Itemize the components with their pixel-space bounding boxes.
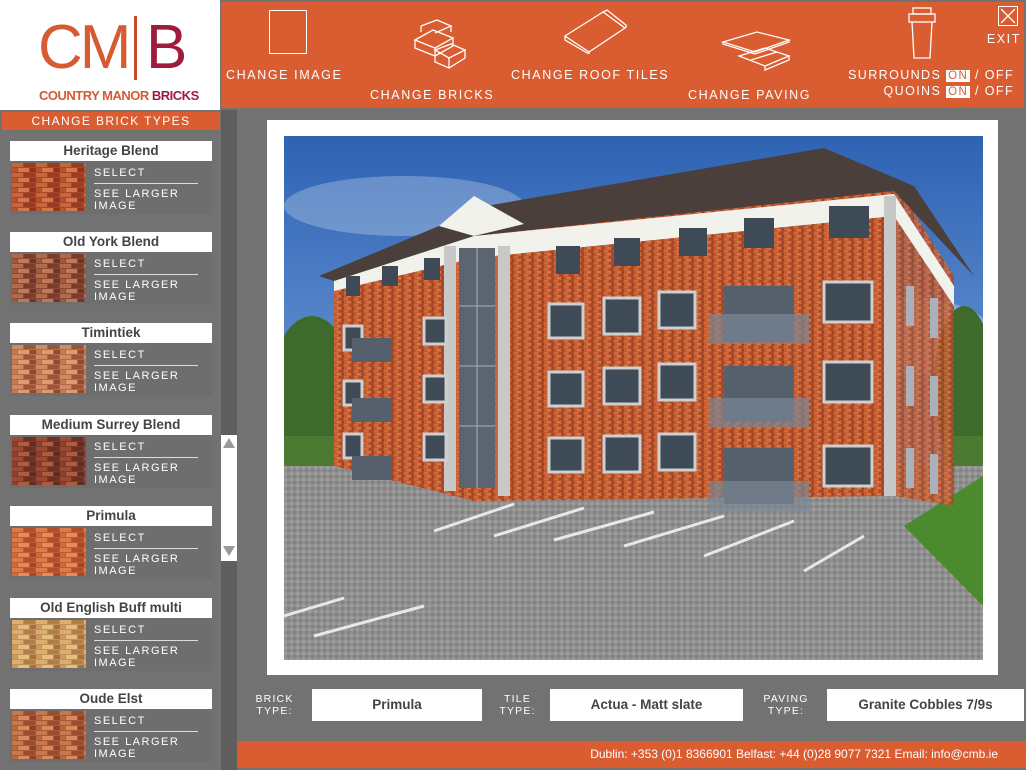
divider [94,640,198,641]
change-image-button[interactable]: CHANGE IMAGE [226,68,342,82]
surrounds-toggle: SURROUNDS ON / OFF [848,68,1014,82]
pillar-icon [908,7,936,59]
see-larger-image-link[interactable]: SEE LARGER IMAGE [94,462,204,486]
scroll-down-arrow-icon[interactable] [223,546,235,556]
brick-card[interactable]: Oude Elst SELECT SEE LARGER IMAGE [10,689,212,762]
app-window: CM B COUNTRY MANOR BRICKS CHANGE IMAGE C… [0,0,1026,770]
quoins-separator: / [975,84,980,98]
change-bricks-button[interactable]: CHANGE BRICKS [370,88,494,102]
brick-name[interactable]: Old English Buff multi [10,598,212,618]
brick-type-label: BRICK TYPE: [255,693,294,717]
see-larger-image-link[interactable]: SEE LARGER IMAGE [94,736,204,760]
quoins-toggle: QUOINS ON / OFF [884,84,1014,98]
exit-button[interactable]: EXIT [987,32,1021,46]
select-button[interactable]: SELECT [94,715,146,727]
logo-cm-text: CM [38,13,131,82]
brick-name[interactable]: Primula [10,506,212,526]
cmb-logo: CM B COUNTRY MANOR BRICKS [0,0,220,110]
select-button[interactable]: SELECT [94,349,146,361]
divider [94,365,198,366]
roof-tile-icon[interactable] [563,8,627,54]
change-paving-button[interactable]: CHANGE PAVING [688,88,811,102]
building-render-image [284,136,983,660]
paving-icon[interactable] [721,30,791,74]
selection-info-bar: BRICK TYPE: Primula TILE TYPE: Actua - M… [237,689,1024,721]
surrounds-on-button[interactable]: ON [946,70,971,82]
select-button[interactable]: SELECT [94,167,146,179]
surrounds-off-button[interactable]: OFF [985,68,1014,82]
logo-divider [134,16,137,80]
quoins-off-button[interactable]: OFF [985,84,1014,98]
tile-type-label: TILE TYPE: [499,693,536,717]
scrollbar-track[interactable] [221,435,237,561]
bricks-icon[interactable] [411,18,467,70]
brick-swatch-image[interactable] [12,254,86,302]
logo-tagline: COUNTRY MANOR BRICKS [39,88,199,103]
divider [94,274,198,275]
quoins-label: QUOINS [883,84,942,98]
tile-type-value: Actua - Matt slate [550,689,743,721]
scroll-up-arrow-icon[interactable] [223,438,235,448]
brick-swatch-image[interactable] [12,345,86,393]
brick-types-header: CHANGE BRICK TYPES [2,112,220,130]
building-preview-frame [267,120,998,675]
change-image-icon[interactable] [269,10,307,54]
change-roof-tiles-button[interactable]: CHANGE ROOF TILES [511,68,669,82]
brick-card[interactable]: Heritage Blend SELECT SEE LARGER IMAGE [10,141,212,214]
surrounds-label: SURROUNDS [848,68,942,82]
brick-swatch-image[interactable] [12,437,86,485]
brick-swatch-image[interactable] [12,620,86,668]
divider [94,183,198,184]
select-button[interactable]: SELECT [94,532,146,544]
brick-swatch-image[interactable] [12,528,86,576]
brick-list: Heritage Blend SELECT SEE LARGER IMAGE O… [0,132,221,770]
divider [94,457,198,458]
logo-tagline-country-manor: COUNTRY MANOR [39,88,149,103]
brick-name[interactable]: Heritage Blend [10,141,212,161]
quoins-on-button[interactable]: ON [946,86,971,98]
see-larger-image-link[interactable]: SEE LARGER IMAGE [94,370,204,394]
brick-card[interactable]: Primula SELECT SEE LARGER IMAGE [10,506,212,579]
select-button[interactable]: SELECT [94,624,146,636]
see-larger-image-link[interactable]: SEE LARGER IMAGE [94,279,204,303]
see-larger-image-link[interactable]: SEE LARGER IMAGE [94,188,204,212]
logo-mark: CM B [38,12,188,84]
see-larger-image-link[interactable]: SEE LARGER IMAGE [94,645,204,669]
logo-tagline-bricks: BRICKS [151,88,199,103]
brick-swatch-image[interactable] [12,163,86,211]
paving-type-label: PAVING TYPE: [763,693,809,717]
brick-name[interactable]: Medium Surrey Blend [10,415,212,435]
brick-name[interactable]: Timintiek [10,323,212,343]
see-larger-image-link[interactable]: SEE LARGER IMAGE [94,553,204,577]
contact-footer: Dublin: +353 (0)1 8366901 Belfast: +44 (… [237,741,1026,768]
select-button[interactable]: SELECT [94,258,146,270]
top-toolbar: CHANGE IMAGE CHANGE BRICKS CHANGE ROOF T… [221,2,1024,108]
divider [94,731,198,732]
brick-card[interactable]: Timintiek SELECT SEE LARGER IMAGE [10,323,212,396]
close-icon[interactable] [998,6,1018,26]
brick-type-value: Primula [312,689,482,721]
brick-swatch-image[interactable] [12,711,86,759]
brick-card[interactable]: Medium Surrey Blend SELECT SEE LARGER IM… [10,415,212,488]
surrounds-separator: / [975,68,980,82]
logo-b-text: B [146,13,188,82]
brick-name[interactable]: Old York Blend [10,232,212,252]
paving-type-value: Granite Cobbles 7/9s [827,689,1024,721]
brick-card[interactable]: Old York Blend SELECT SEE LARGER IMAGE [10,232,212,305]
brick-card[interactable]: Old English Buff multi SELECT SEE LARGER… [10,598,212,671]
divider [94,548,198,549]
brick-name[interactable]: Oude Elst [10,689,212,709]
select-button[interactable]: SELECT [94,441,146,453]
